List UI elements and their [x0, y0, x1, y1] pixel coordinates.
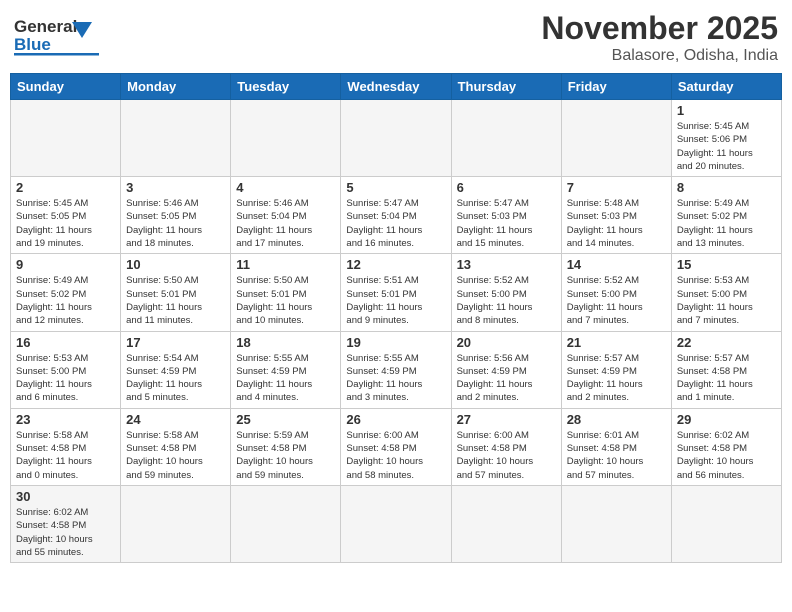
day-cell-6: 6 Sunrise: 5:47 AMSunset: 5:03 PMDayligh…: [451, 177, 561, 254]
day-cell-16: 16 Sunrise: 5:53 AMSunset: 5:00 PMDaylig…: [11, 331, 121, 408]
day-cell-8: 8 Sunrise: 5:49 AMSunset: 5:02 PMDayligh…: [671, 177, 781, 254]
day-cell-26: 26 Sunrise: 6:00 AMSunset: 4:58 PMDaylig…: [341, 408, 451, 485]
day-cell-3: 3 Sunrise: 5:46 AMSunset: 5:05 PMDayligh…: [121, 177, 231, 254]
day-cell-23: 23 Sunrise: 5:58 AMSunset: 4:58 PMDaylig…: [11, 408, 121, 485]
day-cell-25: 25 Sunrise: 5:59 AMSunset: 4:58 PMDaylig…: [231, 408, 341, 485]
day-cell-15: 15 Sunrise: 5:53 AMSunset: 5:00 PMDaylig…: [671, 254, 781, 331]
calendar-table: Sunday Monday Tuesday Wednesday Thursday…: [10, 73, 782, 563]
weekday-header-row: Sunday Monday Tuesday Wednesday Thursday…: [11, 74, 782, 100]
title-area: November 2025 Balasore, Odisha, India: [541, 10, 778, 65]
empty-cell-last: [341, 485, 451, 562]
day-cell-5: 5 Sunrise: 5:47 AMSunset: 5:04 PMDayligh…: [341, 177, 451, 254]
day-cell-18: 18 Sunrise: 5:55 AMSunset: 4:59 PMDaylig…: [231, 331, 341, 408]
empty-cell-last: [231, 485, 341, 562]
day-cell-27: 27 Sunrise: 6:00 AMSunset: 4:58 PMDaylig…: [451, 408, 561, 485]
day-cell-12: 12 Sunrise: 5:51 AMSunset: 5:01 PMDaylig…: [341, 254, 451, 331]
empty-cell-last: [671, 485, 781, 562]
header-thursday: Thursday: [451, 74, 561, 100]
day-cell-30: 30 Sunrise: 6:02 AMSunset: 4:58 PMDaylig…: [11, 485, 121, 562]
month-title: November 2025: [541, 10, 778, 47]
header-sunday: Sunday: [11, 74, 121, 100]
day-cell-4: 4 Sunrise: 5:46 AMSunset: 5:04 PMDayligh…: [231, 177, 341, 254]
day-cell-9: 9 Sunrise: 5:49 AMSunset: 5:02 PMDayligh…: [11, 254, 121, 331]
header-monday: Monday: [121, 74, 231, 100]
day-cell-19: 19 Sunrise: 5:55 AMSunset: 4:59 PMDaylig…: [341, 331, 451, 408]
day-cell-10: 10 Sunrise: 5:50 AMSunset: 5:01 PMDaylig…: [121, 254, 231, 331]
day-cell-20: 20 Sunrise: 5:56 AMSunset: 4:59 PMDaylig…: [451, 331, 561, 408]
header-tuesday: Tuesday: [231, 74, 341, 100]
header-wednesday: Wednesday: [341, 74, 451, 100]
empty-cell: [341, 100, 451, 177]
day-cell-11: 11 Sunrise: 5:50 AMSunset: 5:01 PMDaylig…: [231, 254, 341, 331]
svg-text:General: General: [14, 17, 77, 36]
empty-cell-last: [121, 485, 231, 562]
location: Balasore, Odisha, India: [541, 47, 778, 65]
day-cell-14: 14 Sunrise: 5:52 AMSunset: 5:00 PMDaylig…: [561, 254, 671, 331]
day-cell-22: 22 Sunrise: 5:57 AMSunset: 4:58 PMDaylig…: [671, 331, 781, 408]
day-cell-13: 13 Sunrise: 5:52 AMSunset: 5:00 PMDaylig…: [451, 254, 561, 331]
logo-svg: General Blue: [14, 10, 104, 65]
header-friday: Friday: [561, 74, 671, 100]
day-cell-29: 29 Sunrise: 6:02 AMSunset: 4:58 PMDaylig…: [671, 408, 781, 485]
day-cell-21: 21 Sunrise: 5:57 AMSunset: 4:59 PMDaylig…: [561, 331, 671, 408]
day-cell-1: 1 Sunrise: 5:45 AMSunset: 5:06 PMDayligh…: [671, 100, 781, 177]
empty-cell: [11, 100, 121, 177]
empty-cell: [561, 100, 671, 177]
header-saturday: Saturday: [671, 74, 781, 100]
day-cell-24: 24 Sunrise: 5:58 AMSunset: 4:58 PMDaylig…: [121, 408, 231, 485]
day-cell-28: 28 Sunrise: 6:01 AMSunset: 4:58 PMDaylig…: [561, 408, 671, 485]
logo: General Blue: [14, 10, 104, 65]
empty-cell-last: [451, 485, 561, 562]
empty-cell: [451, 100, 561, 177]
day-cell-7: 7 Sunrise: 5:48 AMSunset: 5:03 PMDayligh…: [561, 177, 671, 254]
empty-cell-last: [561, 485, 671, 562]
page-header: General Blue November 2025 Balasore, Odi…: [10, 10, 782, 65]
svg-text:Blue: Blue: [14, 35, 51, 54]
empty-cell: [231, 100, 341, 177]
day-cell-17: 17 Sunrise: 5:54 AMSunset: 4:59 PMDaylig…: [121, 331, 231, 408]
day-cell-2: 2 Sunrise: 5:45 AMSunset: 5:05 PMDayligh…: [11, 177, 121, 254]
empty-cell: [121, 100, 231, 177]
